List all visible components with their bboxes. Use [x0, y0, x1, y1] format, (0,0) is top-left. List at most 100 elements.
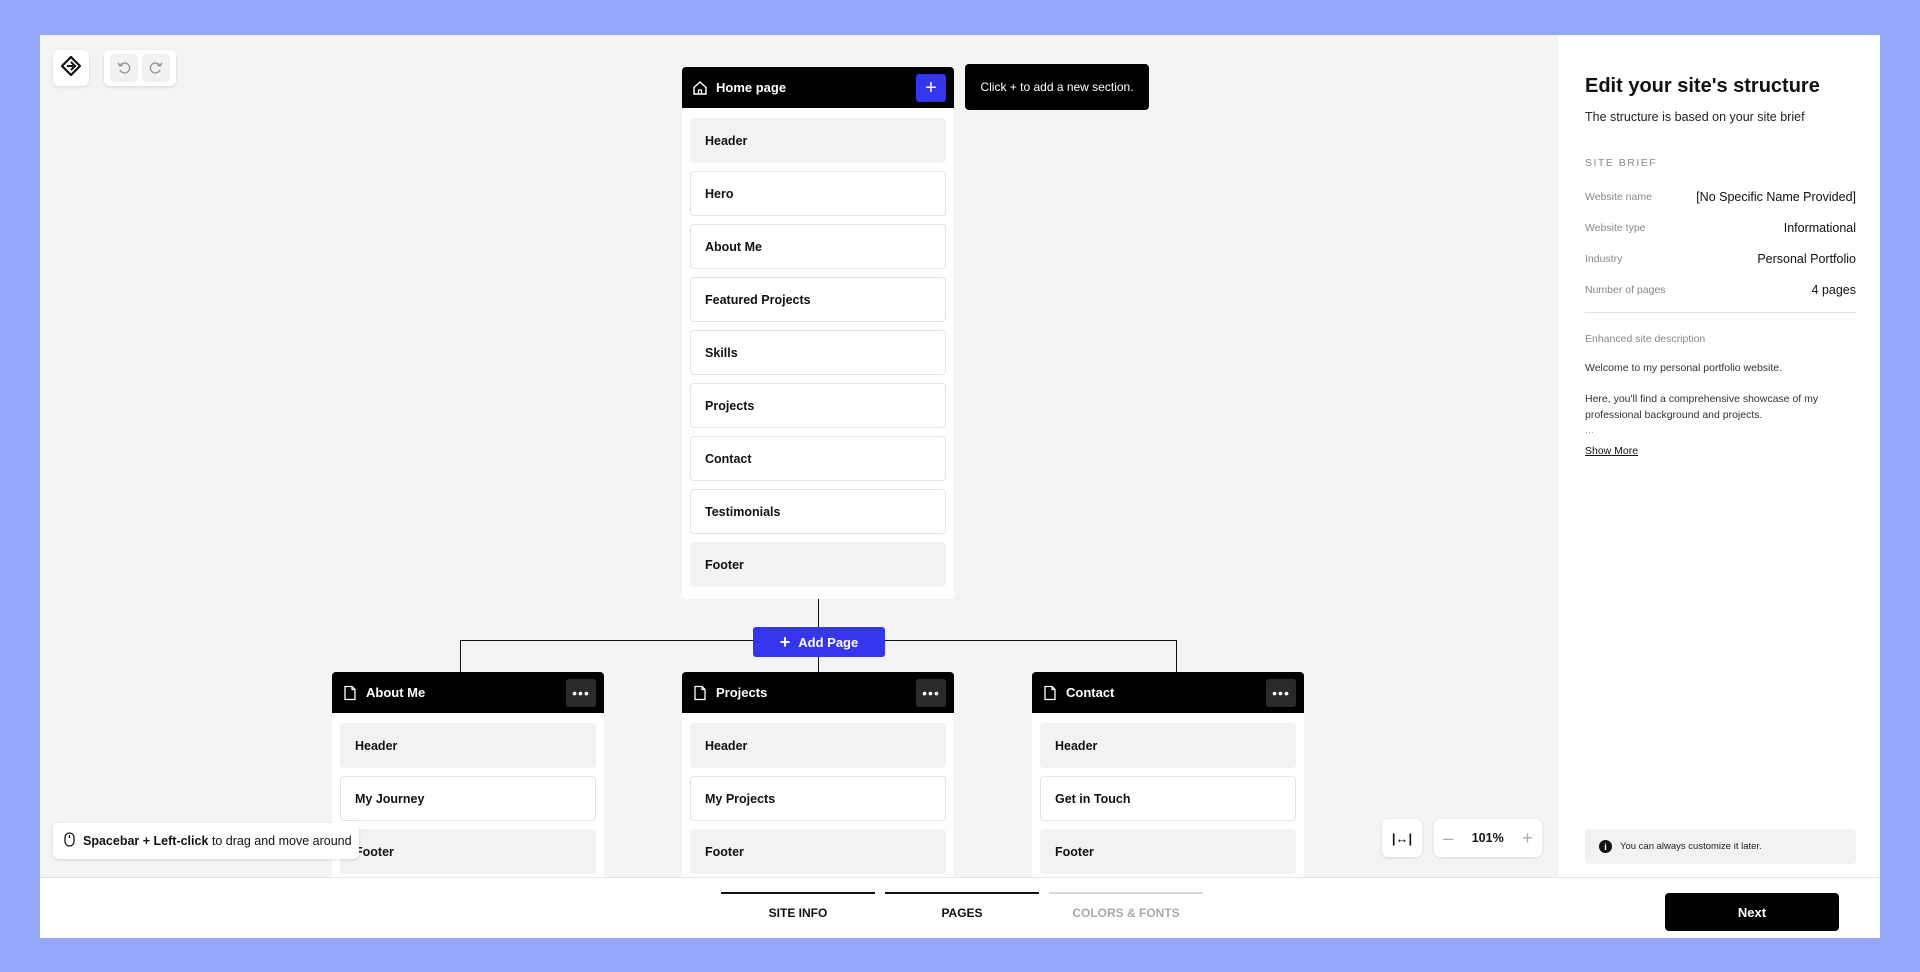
home-page-header: Home page +: [682, 67, 954, 108]
logo-button[interactable]: [53, 50, 89, 86]
page-menu-button[interactable]: •••: [566, 678, 596, 707]
enhanced-description: Welcome to my personal portfolio website…: [1585, 360, 1856, 438]
undo-button[interactable]: [110, 54, 138, 82]
redo-icon: [149, 62, 163, 74]
brief-row: Website name [No Specific Name Provided]: [1585, 181, 1856, 212]
section-item[interactable]: Hero: [690, 171, 946, 216]
page-card-projects: Projects ••• Header My Projects Footer: [682, 672, 954, 877]
section-item[interactable]: Header: [690, 723, 946, 768]
undo-icon: [117, 62, 131, 74]
zoom-in-button[interactable]: +: [1522, 828, 1533, 849]
home-page-sections: Header Hero About Me Featured Projects S…: [682, 108, 954, 599]
show-more-link[interactable]: Show More: [1585, 445, 1638, 457]
structure-panel: Edit your site's structure The structure…: [1558, 35, 1880, 877]
step-pages[interactable]: PAGES: [885, 892, 1039, 920]
section-item[interactable]: Footer: [690, 542, 946, 587]
step-colors-fonts[interactable]: COLORS & FONTS: [1049, 892, 1203, 920]
home-page-title: Home page: [716, 80, 787, 95]
description-ellipsis: ...: [1585, 424, 1594, 436]
structure-canvas[interactable]: Home page + Header Hero About Me Feature…: [40, 35, 1558, 877]
home-page-card: Home page + Header Hero About Me Feature…: [682, 67, 954, 599]
step-label: PAGES: [941, 906, 983, 920]
page-card-contact: Contact ••• Header Get in Touch Footer: [1032, 672, 1304, 877]
step-progress-bar: [1049, 892, 1203, 894]
section-item[interactable]: Header: [1040, 723, 1296, 768]
divider: [1585, 312, 1856, 313]
brief-row: Number of pages 4 pages: [1585, 274, 1856, 305]
redo-button[interactable]: [142, 54, 170, 82]
hint-keys: Spacebar + Left-click: [83, 834, 209, 848]
description-paragraph: Welcome to my personal portfolio website…: [1585, 362, 1783, 374]
section-item[interactable]: My Projects: [690, 776, 946, 821]
brief-value: Personal Portfolio: [1757, 251, 1856, 266]
brief-row: Industry Personal Portfolio: [1585, 243, 1856, 274]
section-item[interactable]: About Me: [690, 224, 946, 269]
page-icon: [342, 685, 358, 701]
section-item[interactable]: Footer: [1040, 829, 1296, 874]
section-item[interactable]: Featured Projects: [690, 277, 946, 322]
zoom-controls: – 101% +: [1434, 819, 1542, 857]
step-label: SITE INFO: [768, 906, 828, 920]
site-brief-label: SITE BRIEF: [1585, 157, 1658, 169]
app-frame: Home page + Header Hero About Me Feature…: [40, 35, 1880, 938]
page-menu-button[interactable]: •••: [916, 678, 946, 707]
section-item[interactable]: Contact: [690, 436, 946, 481]
panel-title: Edit your site's structure: [1585, 75, 1820, 97]
brief-key: Website name: [1585, 190, 1652, 203]
section-item[interactable]: Footer: [690, 829, 946, 874]
section-item[interactable]: Header: [340, 723, 596, 768]
enhanced-description-label: Enhanced site description: [1585, 333, 1706, 345]
plus-icon: +: [779, 631, 791, 652]
panel-subtitle: The structure is based on your site brie…: [1585, 110, 1805, 124]
fit-to-screen-button[interactable]: |↔|: [1382, 819, 1422, 857]
page-sections: Header My Journey Footer: [332, 713, 604, 877]
section-item[interactable]: My Journey: [340, 776, 596, 821]
brief-value: [No Specific Name Provided]: [1696, 189, 1856, 204]
zoom-level: 101%: [1471, 831, 1504, 845]
section-item[interactable]: Footer: [340, 829, 596, 874]
page-title: About Me: [366, 685, 426, 700]
brief-key: Website type: [1585, 221, 1646, 234]
diamond-logo-icon: [60, 54, 82, 81]
add-section-button[interactable]: +: [916, 73, 946, 102]
brief-key: Number of pages: [1585, 283, 1666, 296]
add-page-label: Add Page: [798, 634, 859, 650]
page-icon: [1042, 685, 1058, 701]
mouse-icon: [64, 832, 75, 850]
zoom-out-button[interactable]: –: [1443, 828, 1453, 849]
step-progress-bar: [885, 892, 1039, 894]
hint-text: to drag and move around: [211, 834, 352, 848]
add-page-button[interactable]: + Add Page: [753, 627, 885, 657]
brief-row: Website type Informational: [1585, 212, 1856, 243]
section-item[interactable]: Header: [690, 118, 946, 163]
history-controls: [104, 50, 176, 86]
brief-value: 4 pages: [1811, 282, 1856, 297]
next-button[interactable]: Next: [1665, 893, 1839, 931]
page-card-header: Contact •••: [1032, 672, 1304, 713]
section-item[interactable]: Get in Touch: [1040, 776, 1296, 821]
add-section-tooltip: Click + to add a new section.: [965, 64, 1149, 110]
section-item[interactable]: Testimonials: [690, 489, 946, 534]
step-site-info[interactable]: SITE INFO: [721, 892, 875, 920]
section-item[interactable]: Projects: [690, 383, 946, 428]
page-card-about-me: About Me ••• Header My Journey Footer: [332, 672, 604, 877]
info-icon: i: [1599, 840, 1612, 853]
wizard-bottom-bar: SITE INFO PAGES COLORS & FONTS Next: [40, 877, 1880, 938]
page-card-header: Projects •••: [682, 672, 954, 713]
note-text: You can always customize it later.: [1620, 841, 1762, 852]
step-progress-bar: [721, 892, 875, 894]
page-title: Contact: [1066, 685, 1115, 700]
page-menu-button[interactable]: •••: [1266, 678, 1296, 707]
description-paragraph: Here, you'll find a comprehensive showca…: [1585, 393, 1819, 421]
pan-hint: Spacebar + Left-click to drag and move a…: [53, 823, 359, 859]
site-brief: Website name [No Specific Name Provided]…: [1585, 181, 1856, 305]
step-label: COLORS & FONTS: [1072, 906, 1180, 920]
customize-note: i You can always customize it later.: [1585, 829, 1856, 864]
page-card-header: About Me •••: [332, 672, 604, 713]
page-icon: [692, 685, 708, 701]
home-icon: [692, 80, 708, 96]
brief-key: Industry: [1585, 252, 1623, 265]
page-sections: Header Get in Touch Footer: [1032, 713, 1304, 877]
page-title: Projects: [716, 685, 768, 700]
section-item[interactable]: Skills: [690, 330, 946, 375]
